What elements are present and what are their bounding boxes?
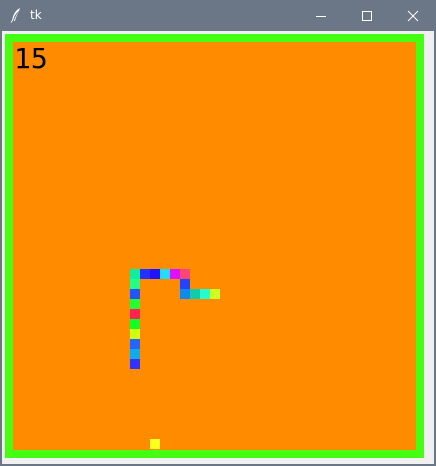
minimize-icon (316, 16, 326, 17)
close-icon (407, 10, 419, 22)
maximize-icon (362, 11, 372, 21)
maximize-button[interactable] (344, 0, 390, 31)
title-bar[interactable]: tk (0, 0, 436, 31)
snake-segment (130, 349, 140, 359)
feather-icon (10, 7, 22, 23)
snake-segment (140, 269, 150, 279)
snake-segment (130, 339, 140, 349)
canvas-area[interactable]: 15 (2, 31, 434, 464)
food-item (150, 439, 160, 449)
snake-segment (210, 289, 220, 299)
snake-segment (180, 269, 190, 279)
snake-segment (130, 289, 140, 299)
snake-segment (180, 289, 190, 299)
window-title: tk (30, 8, 42, 22)
snake-segment (190, 289, 200, 299)
snake-segment (130, 309, 140, 319)
snake-segment (130, 329, 140, 339)
app-window: tk 15 (0, 0, 436, 466)
snake-segment (130, 279, 140, 289)
snake-segment (150, 269, 160, 279)
snake-head (130, 359, 140, 369)
snake-segment (170, 269, 180, 279)
game-border: 15 (5, 34, 424, 458)
snake-segment (180, 279, 190, 289)
snake-segment (130, 299, 140, 309)
snake-segment (160, 269, 170, 279)
snake-segment (130, 269, 140, 279)
score-label: 15 (14, 42, 48, 75)
snake-segment (200, 289, 210, 299)
game-field[interactable]: 15 (13, 42, 416, 450)
snake-segment (130, 319, 140, 329)
minimize-button[interactable] (298, 0, 344, 31)
close-button[interactable] (390, 0, 436, 31)
